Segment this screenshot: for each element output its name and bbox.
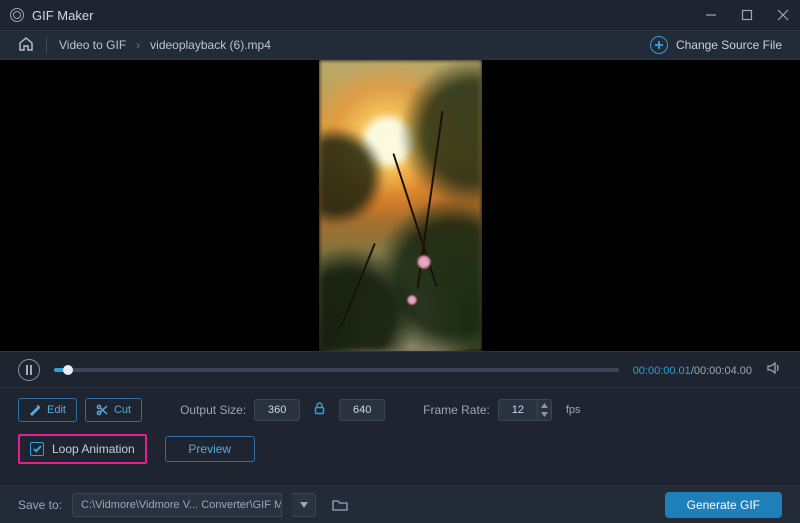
- controls-row-1: Edit Cut Output Size: 360 640 Frame Rate…: [18, 398, 782, 422]
- volume-icon[interactable]: [766, 360, 782, 379]
- scissors-icon: [96, 404, 108, 416]
- frame-rate-up[interactable]: [538, 401, 551, 410]
- frame-rate-label: Frame Rate:: [423, 403, 490, 417]
- preview-button[interactable]: Preview: [165, 436, 255, 462]
- wand-icon: [29, 404, 41, 416]
- time-total: /00:00:04.00: [691, 365, 752, 377]
- close-button[interactable]: [776, 8, 790, 22]
- controls-row-2: Loop Animation Preview: [18, 434, 782, 464]
- fps-label: fps: [566, 404, 581, 416]
- edit-label: Edit: [47, 404, 66, 416]
- app-icon: [10, 8, 24, 22]
- window-controls: [704, 8, 790, 22]
- pause-button[interactable]: [18, 359, 40, 381]
- frame-rate-down[interactable]: [538, 410, 551, 419]
- video-preview-area: [0, 60, 800, 351]
- generate-label: Generate GIF: [687, 498, 760, 512]
- save-path-field[interactable]: C:\Vidmore\Vidmore V... Converter\GIF Ma…: [72, 493, 282, 517]
- preview-label: Preview: [188, 442, 231, 456]
- app-title: GIF Maker: [32, 8, 93, 23]
- open-folder-button[interactable]: [330, 495, 350, 515]
- home-icon[interactable]: [18, 36, 34, 55]
- output-height-input[interactable]: 640: [339, 399, 385, 421]
- video-frame[interactable]: [319, 60, 482, 351]
- crumb-filename: videoplayback (6).mp4: [150, 38, 271, 52]
- minimize-button[interactable]: [704, 8, 718, 22]
- seek-thumb[interactable]: [63, 365, 73, 375]
- checkbox-icon: [30, 442, 44, 456]
- crumb-video-to-gif[interactable]: Video to GIF: [59, 38, 126, 52]
- controls-panel: Edit Cut Output Size: 360 640 Frame Rate…: [0, 387, 800, 472]
- maximize-button[interactable]: [740, 8, 754, 22]
- edit-button[interactable]: Edit: [18, 398, 77, 422]
- time-current: 00:00:00.01: [633, 365, 691, 377]
- titlebar: GIF Maker: [0, 0, 800, 30]
- loop-animation-checkbox[interactable]: Loop Animation: [18, 434, 147, 464]
- plus-circle-icon: [650, 36, 668, 54]
- save-path-dropdown[interactable]: [292, 493, 316, 517]
- seek-slider[interactable]: [54, 368, 619, 372]
- save-to-label: Save to:: [18, 498, 62, 512]
- divider: [46, 36, 47, 54]
- generate-gif-button[interactable]: Generate GIF: [665, 492, 782, 518]
- cut-button[interactable]: Cut: [85, 398, 142, 422]
- output-width-input[interactable]: 360: [254, 399, 300, 421]
- lock-icon[interactable]: [314, 402, 325, 418]
- cut-label: Cut: [114, 404, 131, 416]
- frame-rate-input[interactable]: 12: [498, 399, 538, 421]
- playback-bar: 00:00:00.01/00:00:04.00: [0, 351, 800, 387]
- breadcrumb: Video to GIF › videoplayback (6).mp4 Cha…: [0, 30, 800, 60]
- loop-animation-label: Loop Animation: [52, 442, 135, 456]
- change-source-label: Change Source File: [676, 38, 782, 52]
- output-size-label: Output Size:: [180, 403, 246, 417]
- change-source-button[interactable]: Change Source File: [650, 36, 782, 54]
- frame-rate-stepper[interactable]: 12: [498, 399, 552, 421]
- bottom-bar: Save to: C:\Vidmore\Vidmore V... Convert…: [0, 485, 800, 523]
- chevron-right-icon: ›: [136, 38, 140, 52]
